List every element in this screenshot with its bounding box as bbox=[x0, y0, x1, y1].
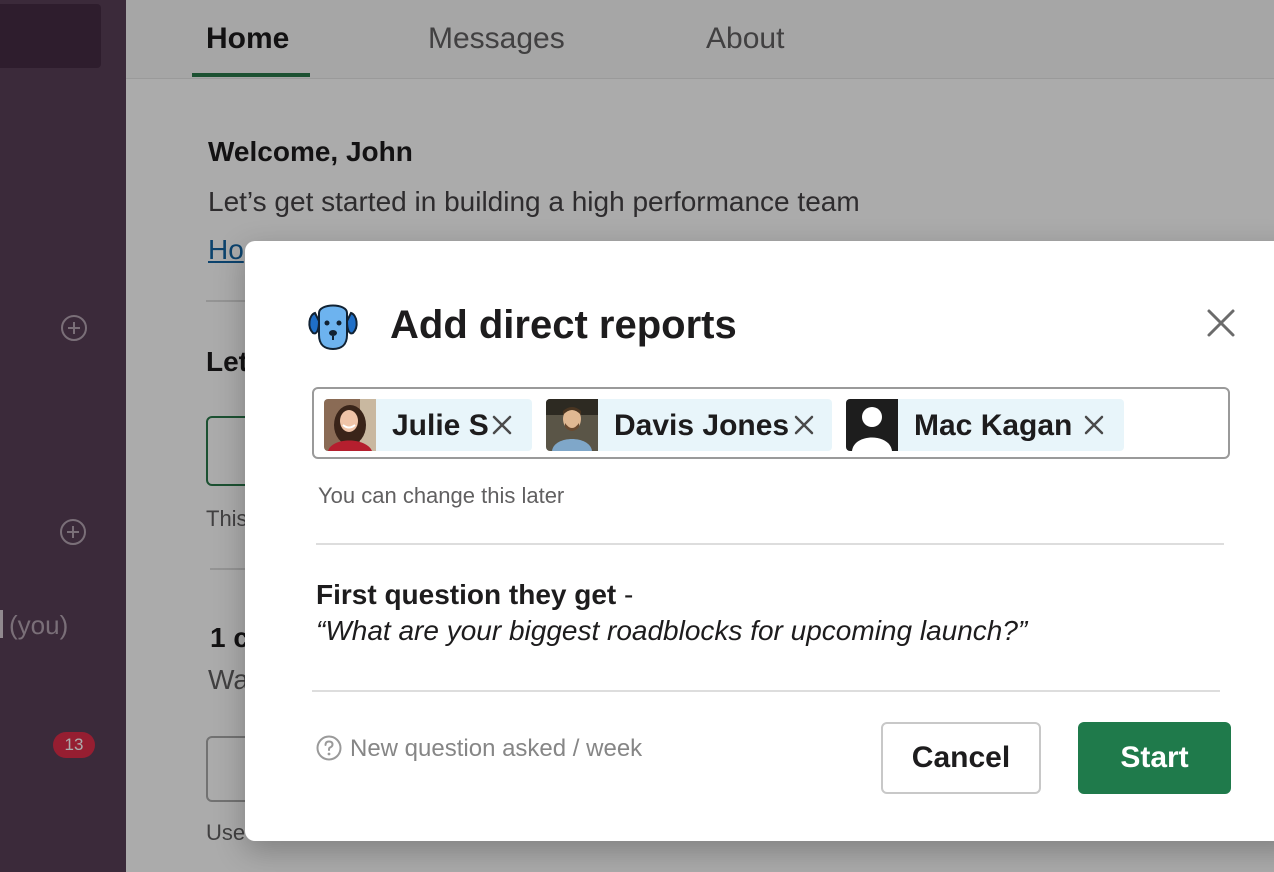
picker-hint: You can change this later bbox=[318, 483, 565, 508]
dog-icon bbox=[308, 304, 358, 351]
modal-title: Add direct reports bbox=[390, 303, 737, 347]
close-icon[interactable] bbox=[1201, 303, 1241, 343]
question-label-separator: - bbox=[616, 579, 634, 610]
selected-report-chip: Mac Kagan bbox=[846, 399, 1124, 451]
remove-report-icon[interactable] bbox=[1082, 413, 1106, 437]
avatar bbox=[324, 399, 376, 451]
direct-reports-picker[interactable]: Julie S Davis Jones Mac Kagan bbox=[312, 387, 1230, 459]
question-label: First question they get - bbox=[316, 579, 633, 611]
remove-report-icon[interactable] bbox=[490, 413, 514, 437]
frequency-info: New question asked / week bbox=[316, 735, 642, 763]
add-direct-reports-modal: Add direct reports Julie S Davis Jones M… bbox=[245, 241, 1274, 841]
divider bbox=[312, 690, 1220, 692]
divider bbox=[316, 543, 1224, 545]
question-text: “What are your biggest roadblocks for up… bbox=[316, 615, 1028, 646]
question-circle-icon[interactable] bbox=[316, 735, 342, 761]
report-name: Mac Kagan bbox=[914, 409, 1073, 442]
selected-report-chip: Julie S bbox=[324, 399, 532, 451]
avatar bbox=[546, 399, 598, 451]
remove-report-icon[interactable] bbox=[792, 413, 816, 437]
report-name: Davis Jones bbox=[614, 409, 790, 442]
cancel-button[interactable]: Cancel bbox=[881, 722, 1041, 794]
start-button[interactable]: Start bbox=[1078, 722, 1231, 794]
selected-report-chip: Davis Jones bbox=[546, 399, 832, 451]
frequency-text: New question asked / week bbox=[350, 735, 643, 762]
report-name: Julie S bbox=[392, 409, 489, 442]
default-user-avatar bbox=[846, 399, 898, 451]
question-label-text: First question they get bbox=[316, 579, 617, 610]
